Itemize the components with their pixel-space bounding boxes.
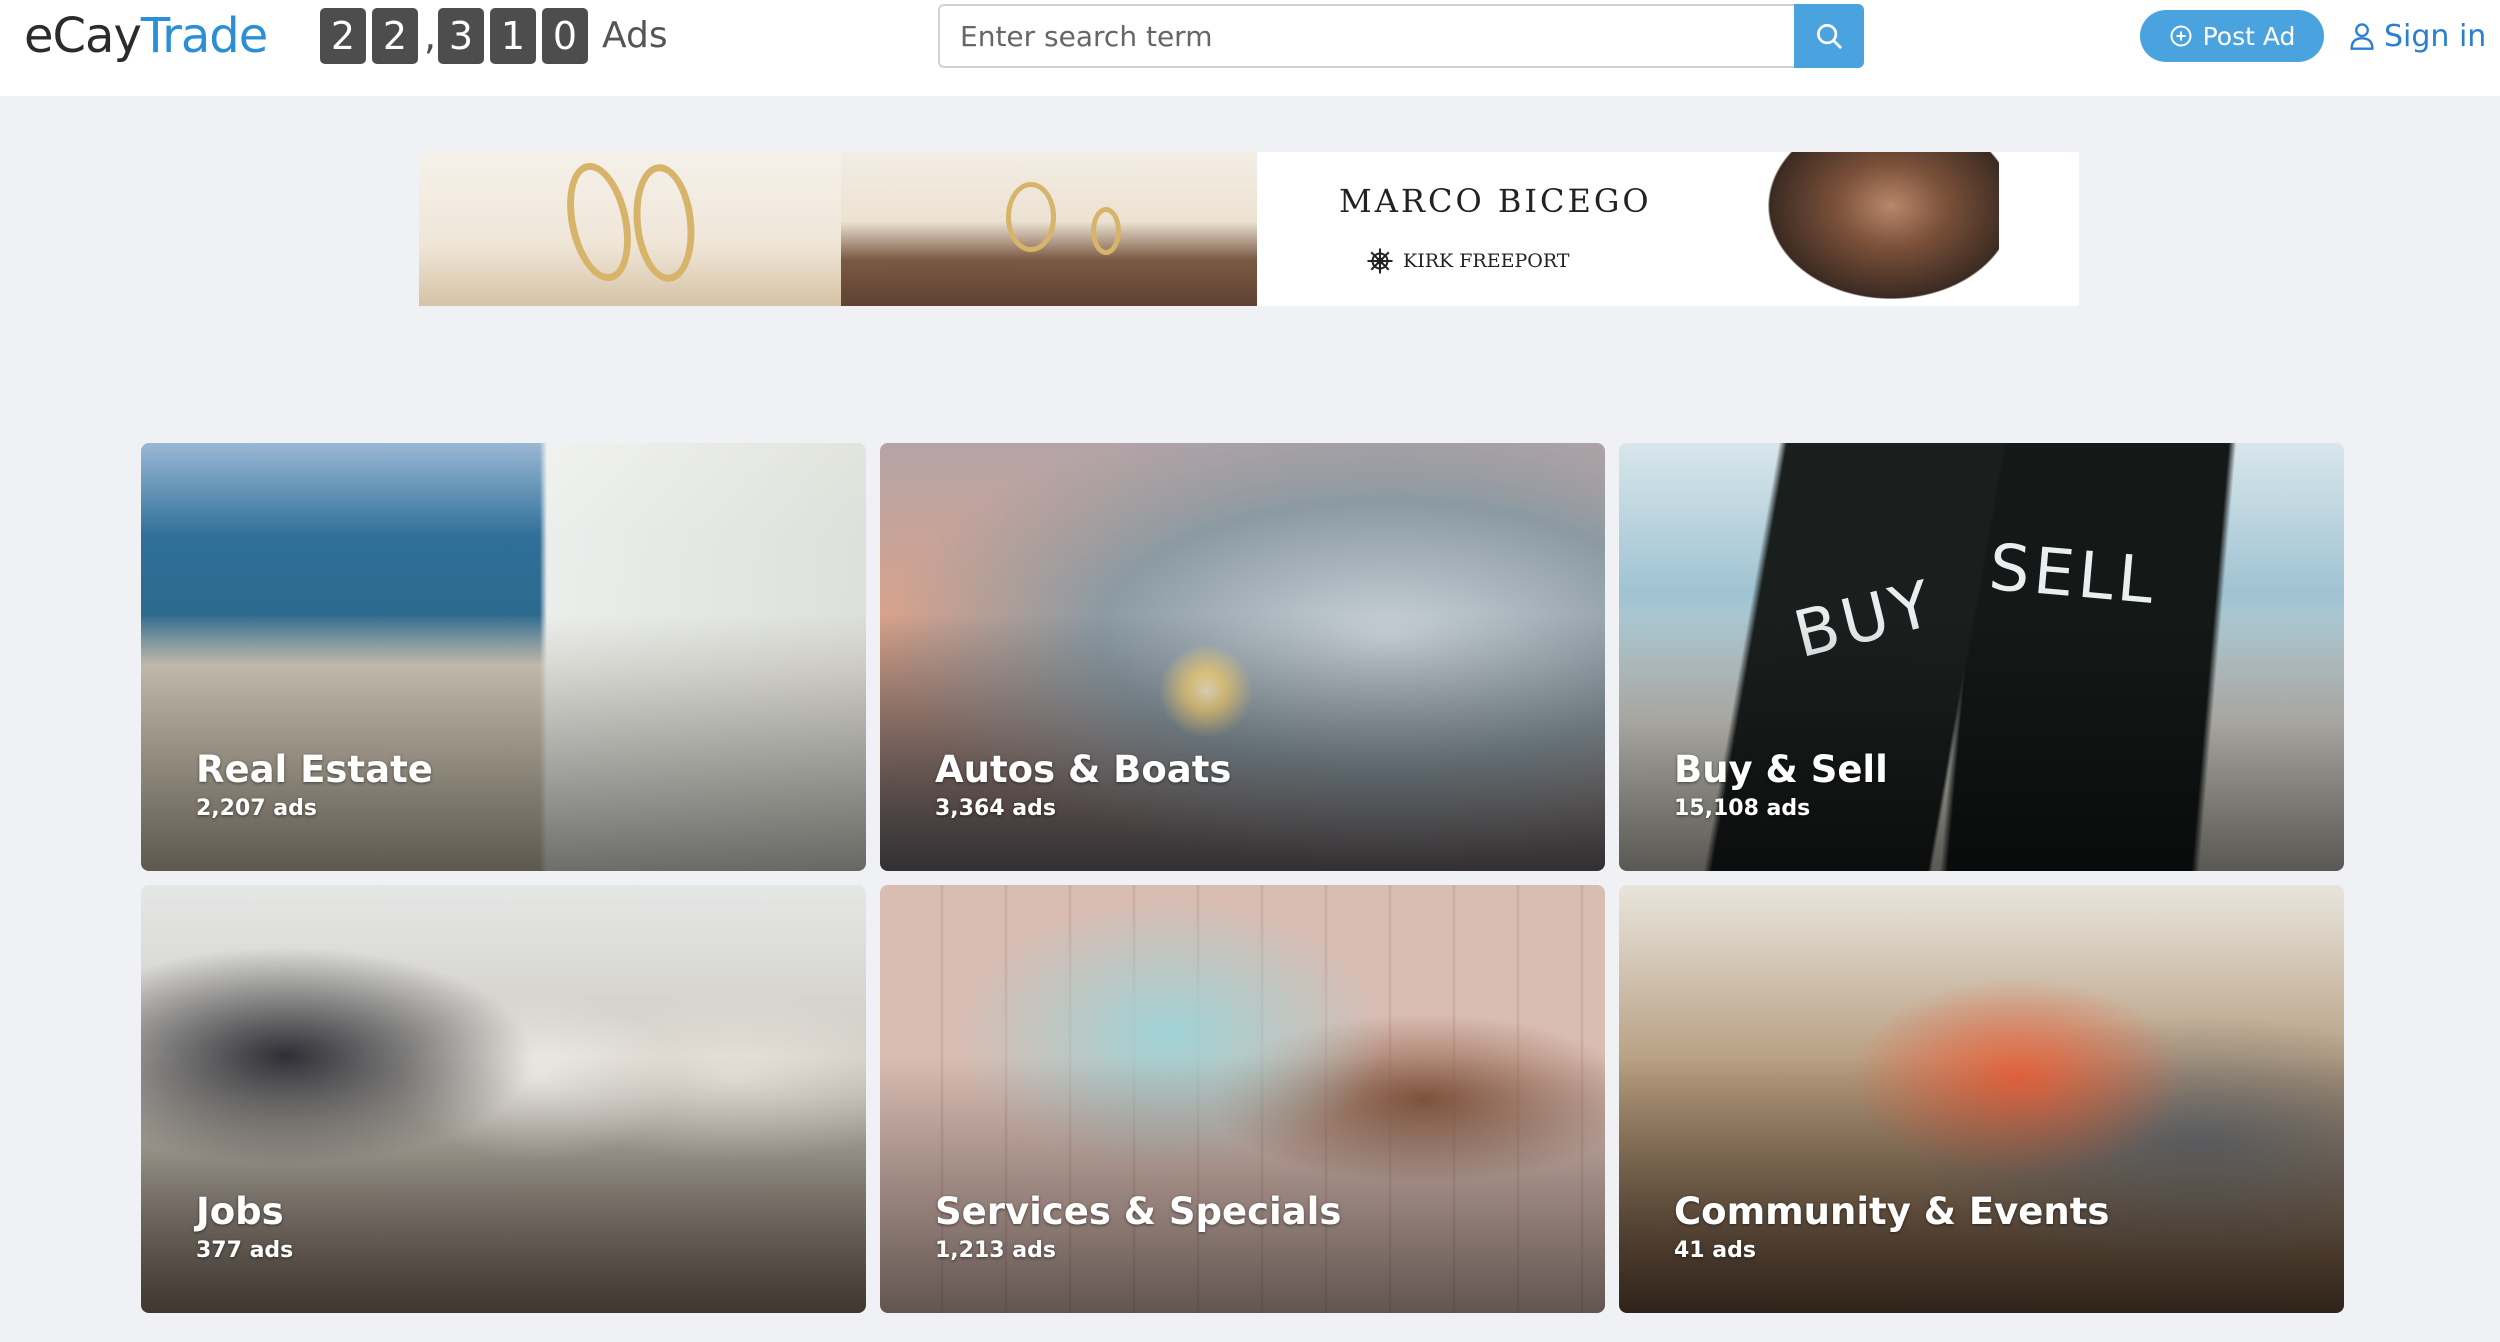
ship-wheel-icon [1367,248,1393,274]
category-count: 377 ads [196,1238,294,1263]
category-count: 41 ads [1674,1238,1756,1263]
category-title: Jobs [196,1190,284,1233]
ring-shape [1006,182,1056,252]
banner-brand-panel: MARCO BICEGO KIRK FREEPORT [1257,152,2079,306]
banner-retailer: KIRK FREEPORT [1365,246,1569,276]
tile-overlay [1619,1056,2344,1313]
counter-digit: 3 [438,8,484,64]
tile-overlay [880,1056,1605,1313]
search-input[interactable] [938,4,1794,68]
tile-overlay [141,1056,866,1313]
category-title: Community & Events [1674,1190,2110,1233]
category-title: Real Estate [196,748,433,791]
ring-shape [557,157,641,287]
banner-rings-photo [841,152,1257,306]
ads-counter: 2 2 , 3 1 0 Ads [320,8,668,64]
category-tile-real-estate[interactable]: Real Estate 2,207 ads [141,443,866,871]
category-count: 2,207 ads [196,796,317,821]
page-bottom [0,1314,2500,1342]
sign-in-label: Sign in [2384,18,2487,54]
category-title: Autos & Boats [935,748,1232,791]
category-tile-services-specials[interactable]: Services & Specials 1,213 ads [880,885,1605,1313]
search-button[interactable] [1794,4,1864,68]
logo-text-part1: eCay [24,8,142,64]
category-count: 3,364 ads [935,796,1056,821]
search-icon [1817,24,1842,49]
tile-overlay [880,614,1605,871]
category-tile-jobs[interactable]: Jobs 377 ads [141,885,866,1313]
category-grid: Real Estate 2,207 ads Autos & Boats 3,36… [141,443,2344,1314]
counter-digit: 2 [320,8,366,64]
post-ad-label: Post Ad [2202,21,2296,51]
ring-shape [1091,207,1121,255]
category-tile-autos-boats[interactable]: Autos & Boats 3,364 ads [880,443,1605,871]
banner-jewelry-photo [419,152,841,306]
logo-text-part2: Trade [140,8,268,64]
user-icon [2350,23,2374,50]
sign-in-link[interactable]: Sign in [2348,10,2486,62]
category-tile-buy-sell[interactable]: BUY SELL Buy & Sell 15,108 ads [1619,443,2344,871]
sell-card-text: SELL [1986,530,2161,620]
site-header: eCayTrade 2 2 , 3 1 0 Ads Post Ad [0,0,2500,96]
category-tile-community-events[interactable]: Community & Events 41 ads [1619,885,2344,1313]
post-ad-button[interactable]: Post Ad [2140,10,2324,62]
advertisement-banner[interactable]: MARCO BICEGO KIRK FREEPORT [419,152,2079,306]
counter-separator: , [424,14,437,58]
banner-model-photo [1759,152,1999,306]
counter-digit: 0 [542,8,588,64]
ring-shape [627,161,701,285]
category-title: Services & Specials [935,1190,1342,1233]
plus-circle-icon [2170,25,2192,47]
counter-digit: 2 [372,8,418,64]
counter-digit: 1 [490,8,536,64]
banner-brand-name: MARCO BICEGO [1339,182,1652,220]
banner-retailer-name: KIRK FREEPORT [1403,250,1570,272]
search-bar [938,4,1864,68]
category-count: 15,108 ads [1674,796,1811,821]
site-logo[interactable]: eCayTrade [24,4,268,68]
tile-overlay [1619,614,2344,871]
tile-overlay [141,614,866,871]
category-title: Buy & Sell [1674,748,1888,791]
category-count: 1,213 ads [935,1238,1056,1263]
counter-suffix: Ads [602,15,668,56]
